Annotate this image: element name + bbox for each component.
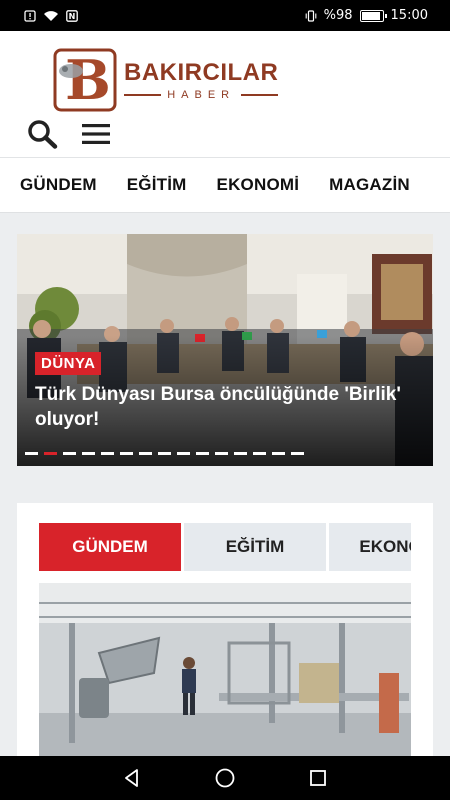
slider-dot[interactable] [215, 452, 228, 455]
category-gundem[interactable]: GÜNDEM [20, 175, 97, 195]
slider-dot[interactable] [253, 452, 266, 455]
logo-divider [124, 94, 162, 96]
slider-dot[interactable] [82, 452, 95, 455]
clock: 15:00 [390, 8, 428, 23]
battery-icon [359, 9, 387, 22]
slider-dot[interactable] [139, 452, 152, 455]
header-actions [26, 119, 110, 149]
back-icon[interactable] [122, 768, 142, 788]
category-magazin[interactable]: MAGAZİN [329, 175, 410, 195]
category-nav: GÜNDEM EĞİTİM EKONOMİ MAGAZİN [0, 157, 450, 213]
slider-dot[interactable] [177, 452, 190, 455]
menu-icon[interactable] [82, 122, 110, 146]
slider-dot[interactable] [120, 452, 133, 455]
status-bar: N %98 15:00 [0, 0, 450, 31]
headline-slider[interactable]: DÜNYA Türk Dünyası Bursa öncülüğünde 'Bi… [17, 234, 433, 466]
category-ekonomi[interactable]: EKONOMİ [217, 175, 300, 195]
slide-title[interactable]: Türk Dünyası Bursa öncülüğünde 'Birlik' … [35, 382, 405, 432]
svg-text:N: N [69, 12, 76, 21]
slider-dot[interactable] [158, 452, 171, 455]
slider-dot[interactable] [234, 452, 247, 455]
status-icons-right: %98 15:00 [305, 8, 428, 23]
slider-dot[interactable] [63, 452, 76, 455]
vibrate-icon [305, 9, 316, 22]
news-image[interactable] [39, 583, 411, 763]
search-icon[interactable] [26, 119, 58, 149]
tab-ekonomi[interactable]: EKONOMİ [329, 523, 411, 571]
home-icon[interactable] [214, 767, 236, 789]
site-header: B BAKIRCILAR HABER [0, 31, 450, 157]
tab-egitim[interactable]: EĞİTİM [184, 523, 326, 571]
logo-emblem: B [53, 48, 117, 112]
tab-gundem[interactable]: GÜNDEM [39, 523, 181, 571]
recents-icon[interactable] [308, 768, 328, 788]
logo-sub-row: HABER [124, 89, 279, 101]
slider-dot[interactable] [196, 452, 209, 455]
slider-dot[interactable] [291, 452, 304, 455]
slider-pagination [25, 452, 304, 455]
logo-subtitle: HABER [167, 89, 236, 101]
nfc-icon: N [66, 9, 78, 22]
battery-percent: %98 [323, 8, 353, 23]
svg-text:B: B [65, 48, 111, 112]
slide-category-badge[interactable]: DÜNYA [35, 352, 102, 375]
logo-divider [241, 94, 279, 96]
logo-wordmark: BAKIRCILAR HABER [124, 59, 279, 101]
slider-dot[interactable] [101, 452, 114, 455]
news-tabs: GÜNDEM EĞİTİM EKONOMİ [39, 523, 411, 571]
sim-alert-icon [24, 9, 36, 22]
news-photo [39, 583, 411, 763]
status-icons-left: N [24, 9, 78, 22]
logo-name: BAKIRCILAR [124, 59, 279, 86]
system-nav-bar [0, 756, 450, 800]
slider-dot[interactable] [44, 452, 57, 455]
slider-dot[interactable] [25, 452, 38, 455]
category-egitim[interactable]: EĞİTİM [127, 175, 187, 195]
slider-dot[interactable] [272, 452, 285, 455]
site-logo[interactable]: B BAKIRCILAR HABER [52, 45, 322, 115]
wifi-icon [44, 10, 58, 21]
tabbed-news-card: GÜNDEM EĞİTİM EKONOMİ [17, 503, 433, 763]
